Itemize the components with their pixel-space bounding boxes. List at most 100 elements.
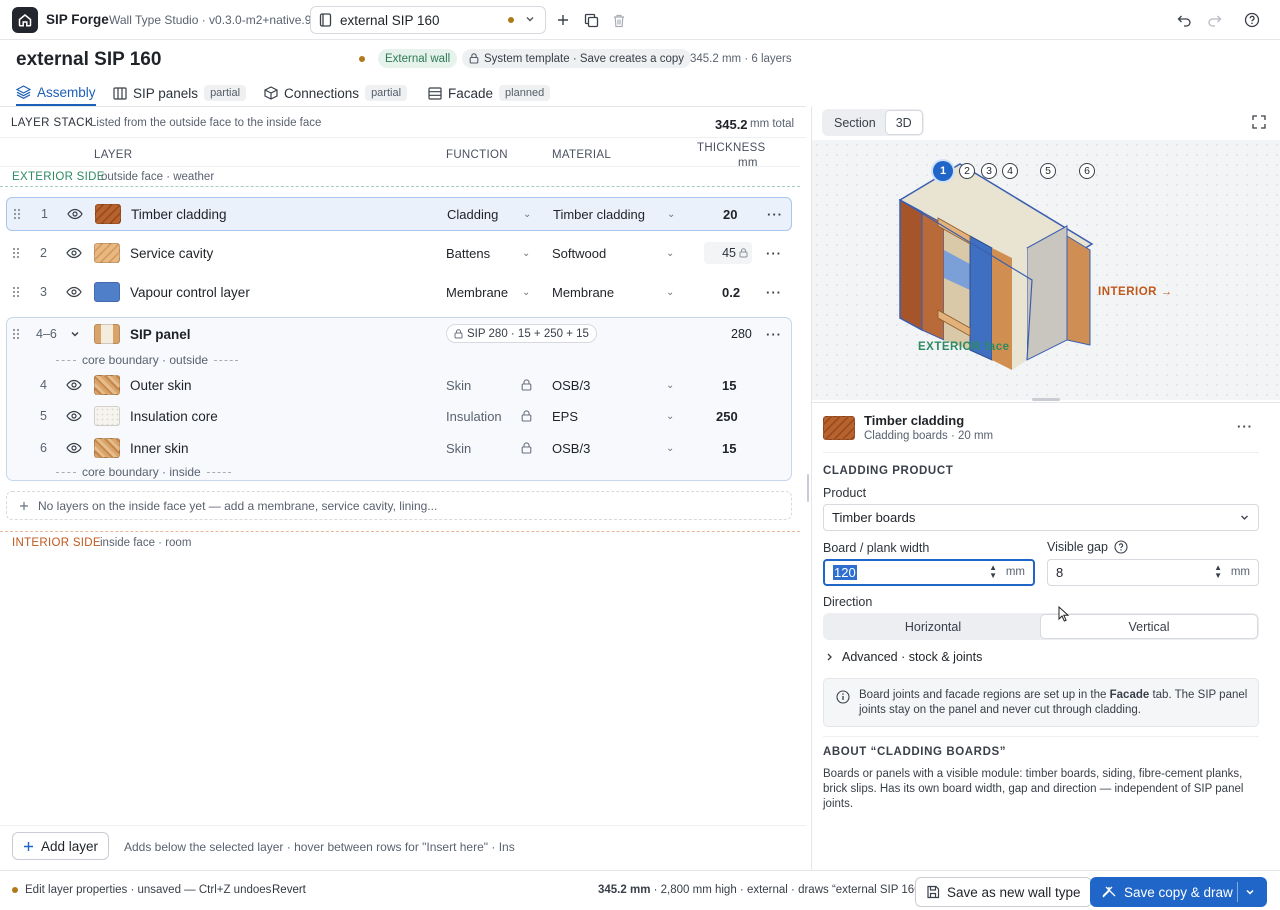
material-select[interactable]: OSB/3 [552,431,590,465]
stack-subtitle: Listed from the outside face to the insi… [90,117,322,129]
drag-handle-icon[interactable] [12,236,20,270]
drag-handle-icon[interactable] [12,317,20,351]
eye-icon[interactable] [67,198,83,230]
revert-link[interactable]: Revert [272,884,306,896]
direction-vertical[interactable]: Vertical [1041,615,1257,638]
layer-marker-6[interactable]: 6 [1079,163,1095,179]
panel-resize-handle[interactable] [807,474,809,502]
help-icon[interactable] [1114,540,1128,554]
add-inside-layer-hint[interactable]: No layers on the inside face yet — add a… [6,491,792,520]
tab-connections[interactable]: Connections partial [264,80,408,106]
eye-icon[interactable] [66,275,82,309]
help-icon[interactable] [1241,9,1263,31]
material-select[interactable]: Timber cladding [553,198,645,230]
layer-row[interactable]: 2 Service cavity Battens ⌄ Softwood ⌄ 45… [6,236,792,270]
tab-assembly[interactable]: Assembly [16,80,96,106]
category-badge: External wall [378,49,458,68]
view-mode-3d[interactable]: 3D [885,111,922,134]
view-mode-toggle[interactable]: Section 3D [822,109,924,136]
function-select[interactable]: Membrane [446,275,508,309]
inspector-subtitle: Cladding boards · 20 mm [864,430,994,442]
advanced-expander[interactable]: Advanced · stock & joints [825,650,982,664]
function-select[interactable]: Cladding [447,198,498,230]
locked-thickness[interactable]: 45 [704,242,752,264]
layer-marker-4[interactable]: 4 [1002,163,1018,179]
layer-marker-3[interactable]: 3 [981,163,997,179]
boundary-label: core boundary · outside [82,353,209,367]
inside-hint-text: No layers on the inside face yet — add a… [38,498,438,513]
template-note: System template · Save creates a copy [484,52,685,65]
chevron-down-icon: ⌄ [666,286,675,298]
add-icon[interactable] [552,9,574,31]
trash-icon[interactable] [608,9,630,31]
layer-thickness[interactable]: 20 [723,198,737,230]
eye-icon[interactable] [66,399,82,433]
visible-gap-value: 8 [1056,565,1064,580]
chevron-down-icon [1239,512,1250,523]
layer-row[interactable]: 1 Timber cladding Cladding ⌄ Timber clad… [6,197,792,231]
sip-spec-badge[interactable]: SIP 280 · 15 + 250 + 15 [446,324,597,343]
drag-handle-icon[interactable] [13,198,21,230]
drag-handle-icon[interactable] [12,275,20,309]
3d-viewport[interactable] [812,140,1280,400]
eye-icon[interactable] [66,236,82,270]
fullscreen-icon[interactable] [1252,115,1266,129]
product-select[interactable]: Timber boards [823,504,1259,531]
chevron-down-icon[interactable] [1244,886,1256,898]
mouse-cursor-icon [1058,606,1070,622]
tab-facade[interactable]: Facade planned [428,80,551,106]
more-icon[interactable]: ··· [766,275,782,309]
home-icon[interactable] [12,7,38,33]
undo-icon[interactable] [1173,9,1195,31]
more-icon[interactable]: ··· [767,198,783,230]
sip-child-row[interactable]: 6 Inner skin Skin OSB/3 ⌄ 15 [6,431,792,465]
save-as-new-button[interactable]: Save as new wall type [915,877,1092,907]
layer-marker-1[interactable]: 1 [933,161,953,181]
panels-icon [113,86,127,100]
function-select[interactable]: Battens [446,236,490,270]
view-mode-section[interactable]: Section [824,111,886,134]
eye-icon[interactable] [66,431,82,465]
direction-toggle[interactable]: Horizontal Vertical [823,613,1259,640]
layer-marker-2[interactable]: 2 [959,163,975,179]
material-swatch [94,406,120,426]
board-width-value: 120 [833,565,857,580]
more-icon[interactable]: ··· [766,236,782,270]
save-copy-draw-button[interactable]: Save copy & draw [1090,877,1267,907]
lock-icon [739,248,748,258]
board-width-input[interactable]: 120 ▲ ▼ mm [823,559,1035,586]
eye-icon[interactable] [66,368,82,402]
collapse-chevron-icon[interactable] [69,317,81,351]
viewport-resize-handle[interactable] [1032,398,1060,401]
sip-panel-row[interactable]: 4–6 SIP panel SIP 280 · 15 + 250 + 15 28… [6,317,792,351]
wall-type-selector[interactable]: external SIP 160 [310,6,546,34]
layer-thickness[interactable]: 0.2 [722,275,740,309]
sip-child-row[interactable]: 5 Insulation core Insulation EPS ⌄ 250 [6,399,792,433]
stepper-icon[interactable]: ▲ ▼ [989,564,997,580]
more-icon[interactable]: ··· [1237,419,1253,434]
material-select[interactable]: EPS [552,399,578,433]
visible-gap-input[interactable]: 8 ▲ ▼ mm [1047,559,1259,586]
column-thickness: THICKNESS [697,142,766,154]
layer-thickness[interactable]: 250 [716,399,738,433]
layers-icon [16,85,31,99]
add-layer-button[interactable]: Add layer [12,832,110,860]
direction-horizontal[interactable]: Horizontal [825,615,1041,638]
tab-sip-panels[interactable]: SIP panels partial [113,80,247,106]
sip-child-row[interactable]: 4 Outer skin Skin OSB/3 ⌄ 15 [6,368,792,402]
material-select[interactable]: Softwood [552,236,606,270]
layer-row[interactable]: 3 Vapour control layer Membrane ⌄ Membra… [6,275,792,309]
page-title: external SIP 160 [16,49,162,70]
more-icon[interactable]: ··· [766,317,782,351]
layer-thickness[interactable]: 15 [722,431,736,465]
duplicate-icon[interactable] [580,9,602,31]
product-value: Timber boards [832,510,916,525]
stepper-icon[interactable]: ▲ ▼ [1214,564,1222,580]
redo-icon[interactable] [1203,9,1225,31]
material-select[interactable]: Membrane [552,275,614,309]
layer-thickness: 280 [731,327,752,341]
layer-thickness[interactable]: 15 [722,368,736,402]
layer-marker-5[interactable]: 5 [1040,163,1056,179]
info-text-pre: Board joints and facade regions are set … [859,689,1107,701]
material-select[interactable]: OSB/3 [552,368,590,402]
